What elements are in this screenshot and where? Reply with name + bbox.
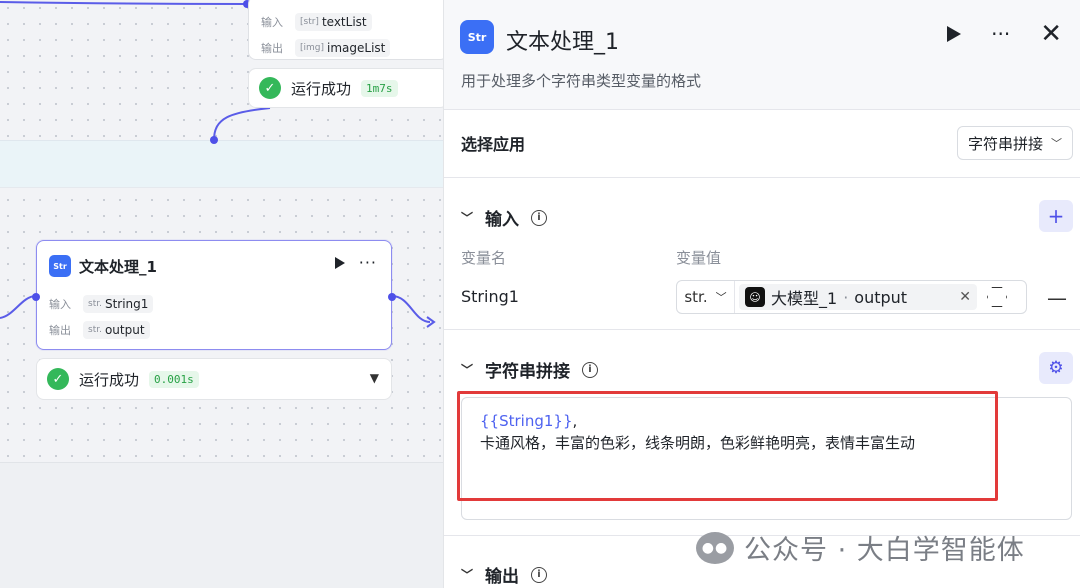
output-section-header[interactable]: ﹀ 输出 i — [461, 562, 548, 587]
wire-into-main-node — [0, 295, 37, 319]
io-name: imageList — [327, 41, 386, 55]
column-header-name: 变量名 — [461, 249, 507, 267]
input-section-header[interactable]: ﹀ 输入 i — [461, 205, 548, 230]
input-port[interactable] — [32, 293, 40, 301]
concat-settings-button[interactable]: ⚙ — [1039, 352, 1073, 384]
output-port[interactable] — [388, 293, 396, 301]
string-app-icon: Str — [49, 255, 71, 277]
upstream-status[interactable]: ✓ 运行成功 1m7s — [248, 68, 443, 108]
run-icon[interactable] — [947, 26, 962, 42]
reference-chip[interactable]: ☺ 大模型_1 · output ✕ — [739, 284, 977, 310]
llm-node-icon: ☺ — [745, 287, 765, 307]
column-header-value: 变量值 — [676, 249, 722, 267]
io-row: 输入 str. String1 — [37, 291, 391, 317]
ref-node-name: 大模型_1 — [771, 289, 838, 308]
upstream-node[interactable]: 输入 [str] textList 输出 [img] imageList — [248, 0, 443, 60]
info-icon[interactable]: i — [531, 209, 548, 226]
status-text: 运行成功 — [79, 370, 140, 389]
io-name: String1 — [104, 297, 149, 311]
time-badge: 0.001s — [149, 370, 199, 388]
io-name: output — [104, 323, 145, 337]
chevron-down-icon: ﹀ — [715, 291, 727, 304]
output-section-title: 输出 — [485, 567, 520, 587]
concat-section-title: 字符串拼接 — [485, 362, 571, 382]
io-key: 输出 — [261, 42, 283, 55]
info-icon[interactable]: i — [582, 361, 599, 378]
watermark-text: 公众号 · 大白学智能体 — [744, 535, 1025, 566]
panel-header: Str 文本处理_1 ··· ✕ 用于处理多个字符串类型变量的格式 — [444, 0, 1080, 110]
node-actions: ··· — [334, 255, 377, 271]
node-title: 文本处理_1 — [79, 257, 157, 276]
annotation-highlight-box — [457, 391, 998, 501]
app-select-section: 选择应用 字符串拼接 ﹀ — [444, 110, 1080, 178]
panel-title[interactable]: 文本处理_1 — [506, 24, 619, 56]
type-icon: str. — [88, 325, 102, 335]
more-icon[interactable]: ··· — [991, 24, 1010, 44]
wire-from-top-status — [213, 107, 271, 141]
workflow-canvas[interactable]: 输入 [str] textList 输出 [img] imageList ✓ 运… — [0, 0, 443, 588]
io-row: 输出 [img] imageList — [249, 35, 443, 61]
panel-description: 用于处理多个字符串类型变量的格式 — [461, 72, 702, 90]
info-icon[interactable]: i — [531, 566, 548, 583]
remove-variable-button[interactable]: — — [1047, 286, 1067, 310]
run-node-icon[interactable] — [334, 257, 345, 269]
wechat-icon: ●● — [696, 531, 734, 564]
more-icon[interactable]: ··· — [359, 255, 377, 271]
variable-picker-icon[interactable] — [987, 287, 1007, 307]
caret-down-icon[interactable]: ﹀ — [461, 209, 473, 226]
status-text: 运行成功 — [291, 79, 352, 98]
app-select-label: 选择应用 — [461, 135, 526, 154]
io-key: 输入 — [49, 298, 71, 311]
type-icon: [str] — [300, 17, 319, 27]
chevron-down-icon[interactable]: ▼ — [370, 371, 379, 385]
panel-actions: ··· ✕ — [947, 21, 1062, 47]
app-select-dropdown[interactable]: 字符串拼接 ﹀ — [956, 126, 1073, 160]
check-circle-icon: ✓ — [47, 368, 69, 390]
node-run-status[interactable]: ✓ 运行成功 0.001s ▼ — [36, 358, 392, 400]
clear-icon[interactable]: ✕ — [959, 289, 971, 305]
wire-port — [210, 136, 218, 144]
string-app-icon: Str — [460, 20, 494, 54]
io-row: 输入 [str] textList — [249, 9, 443, 35]
caret-down-icon[interactable]: ﹀ — [461, 566, 473, 583]
ref-separator: · — [843, 287, 849, 307]
io-tag: [img] imageList — [295, 39, 391, 57]
check-circle-icon: ✓ — [259, 77, 281, 99]
io-row: 输出 str. output — [37, 317, 391, 343]
io-tag: [str] textList — [295, 13, 372, 31]
ref-field-name: output — [854, 287, 908, 307]
type-icon: [img] — [300, 43, 325, 53]
time-badge: 1m7s — [361, 79, 398, 97]
io-tag: str. output — [83, 321, 150, 339]
io-key: 输出 — [49, 324, 71, 337]
caret-down-icon[interactable]: ﹀ — [461, 361, 473, 378]
add-variable-button[interactable]: + — [1039, 200, 1073, 232]
text-process-node[interactable]: Str 文本处理_1 ··· 输入 str. String1 输出 str. o… — [32, 240, 396, 350]
variable-name[interactable]: String1 — [461, 287, 519, 306]
chevron-down-icon: ﹀ — [1051, 137, 1062, 150]
wire-out-of-main-node — [391, 295, 431, 323]
input-section-title: 输入 — [485, 210, 520, 230]
watermark: ●● 公众号 · 大白学智能体 — [696, 528, 1025, 567]
io-tag: str. String1 — [83, 295, 154, 313]
type-select[interactable]: str. ﹀ — [677, 281, 735, 313]
concat-section-header[interactable]: ﹀ 字符串拼接 i — [461, 357, 599, 382]
io-name: textList — [321, 15, 367, 29]
selected-app: 字符串拼接 — [967, 134, 1043, 153]
io-key: 输入 — [261, 16, 283, 29]
variable-value-field[interactable]: str. ﹀ ☺ 大模型_1 · output ✕ — [676, 280, 1027, 314]
type-icon: str. — [88, 299, 102, 309]
wire-to-top-node — [0, 1, 248, 5]
close-icon[interactable]: ✕ — [1040, 21, 1062, 47]
type-label: str. — [684, 288, 708, 306]
